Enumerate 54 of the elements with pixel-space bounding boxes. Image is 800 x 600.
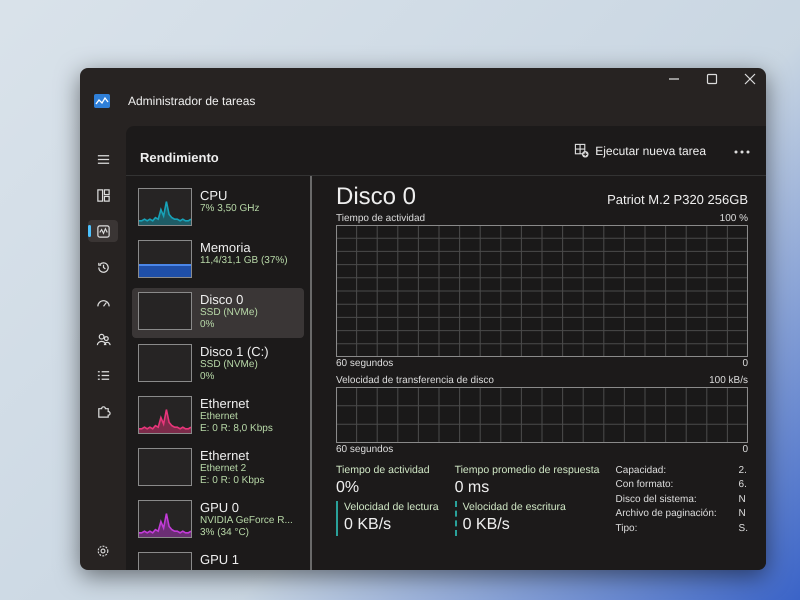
- close-icon[interactable]: [744, 73, 756, 85]
- property-label: Tipo:: [616, 522, 638, 536]
- property-value: 6.: [738, 478, 748, 492]
- graph-thumbnail: [138, 344, 192, 382]
- performance-tab[interactable]: [88, 220, 118, 242]
- device-list-item[interactable]: GPU 0 NVIDIA GeForce R... 3% (34 °C): [132, 496, 304, 546]
- run-new-task-button[interactable]: Ejecutar nueva tarea: [568, 138, 712, 164]
- device-list-item[interactable]: CPU 7% 3,50 GHz: [132, 184, 304, 234]
- stat-value: 0 ms: [454, 478, 490, 498]
- chart-max-label: 100 %: [720, 212, 748, 225]
- app-icon: [94, 94, 110, 108]
- device-list-item[interactable]: Disco 0 SSD (NVMe) 0%: [132, 288, 304, 338]
- time-axis-label: 60 segundos: [336, 357, 394, 370]
- time-axis-label: 60 segundos: [336, 443, 394, 456]
- chart-max-label: 100 kB/s: [709, 374, 748, 387]
- property-value: N: [738, 507, 747, 522]
- chart-label: Tiempo de actividad: [336, 212, 426, 225]
- pulse-icon[interactable]: [96, 224, 110, 238]
- stat-label: Tiempo de actividad: [336, 464, 431, 477]
- device-model: Patriot M.2 P320 256GB: [607, 191, 748, 209]
- stat-value: 0 KB/s: [462, 515, 511, 535]
- device-list-item[interactable]: Memoria 11,4/31,1 GB (37%): [132, 236, 304, 286]
- history-icon[interactable]: [96, 260, 110, 274]
- grid-icon[interactable]: [96, 188, 110, 202]
- stat-value: 0 KB/s: [344, 515, 392, 535]
- stat-label: Velocidad de lectura: [344, 501, 439, 514]
- more-icon[interactable]: [734, 150, 750, 154]
- device-list-item[interactable]: Ethernet Ethernet 2 E: 0 R: 0 Kbps: [132, 444, 304, 494]
- device-list-item[interactable]: GPU 1: [132, 548, 304, 570]
- device-list-item[interactable]: Disco 1 (C:) SSD (NVMe) 0%: [132, 340, 304, 390]
- new-task-icon[interactable]: [574, 143, 590, 158]
- device-title: Disco 0: [336, 182, 416, 212]
- page-title: Rendimiento: [140, 148, 219, 167]
- property-label: Capacidad:: [616, 464, 668, 478]
- device-list-item[interactable]: Ethernet Ethernet E: 0 R: 8,0 Kbps: [132, 392, 304, 442]
- graph-thumbnail: [138, 448, 192, 486]
- property-label: Archivo de paginación:: [616, 507, 718, 522]
- stat-value: 0%: [336, 478, 360, 498]
- property-value: 2.: [738, 464, 748, 478]
- chart-min-label: 0: [742, 443, 748, 456]
- property-value: N: [738, 492, 747, 507]
- users-icon[interactable]: [96, 332, 110, 346]
- stat-label: Velocidad de escritura: [462, 501, 567, 514]
- property-value: S.: [738, 522, 748, 536]
- graph-thumbnail: [138, 292, 192, 330]
- puzzle-icon[interactable]: [96, 404, 110, 418]
- stat-label: Tiempo promedio de respuesta: [454, 464, 600, 477]
- chart-label: Velocidad de transferencia de disco: [336, 374, 494, 387]
- property-label: Con formato:: [616, 478, 674, 492]
- property-label: Disco del sistema:: [616, 492, 698, 507]
- settings-icon[interactable]: [96, 544, 110, 558]
- maximize-icon[interactable]: [706, 73, 718, 85]
- chart-min-label: 0: [742, 357, 748, 370]
- window-title: Administrador de tareas: [128, 93, 256, 110]
